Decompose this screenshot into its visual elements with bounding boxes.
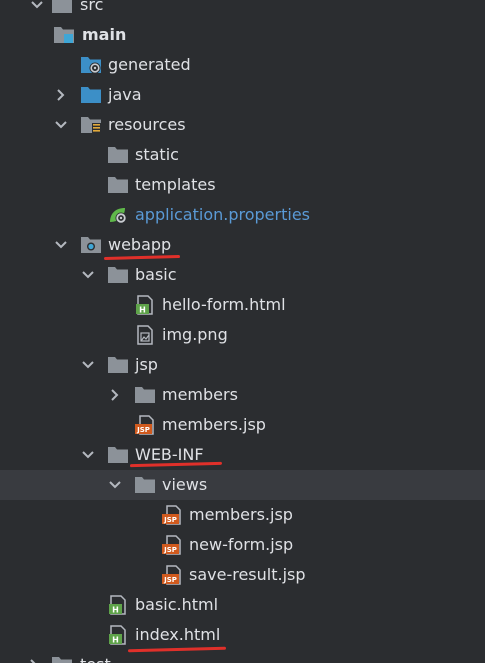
tree-item-label: jsp [135,355,158,374]
tree-item-label: save-result.jsp [189,565,306,584]
chevron-down-icon[interactable] [78,265,98,285]
html-file-icon: H [109,595,126,615]
folder-icon [108,447,128,463]
svg-text:H: H [112,635,119,644]
tree-item-templates[interactable]: templates [0,170,485,200]
tree-item-label: index.html [135,625,221,644]
project-tree: src main generated java resources static… [0,0,485,663]
tree-item-label: members [162,385,238,404]
tree-item-label: java [108,85,142,104]
tree-item-web-inf[interactable]: WEB-INF [0,440,485,470]
svg-text:JSP: JSP [136,426,150,434]
tree-item-webapp[interactable]: webapp [0,230,485,260]
tree-item-label: new-form.jsp [189,535,294,554]
tree-item-static[interactable]: static [0,140,485,170]
web-folder-icon [81,237,101,253]
tree-item-label: src [80,0,104,14]
chevron-right-icon[interactable] [105,385,125,405]
resources-folder-icon [81,117,101,134]
tree-item-label: basic [135,265,177,284]
spring-leaf-gear-icon [110,208,127,224]
tree-item-resources[interactable]: resources [0,110,485,140]
tree-item-label: webapp [108,235,172,254]
tree-item-application-properties[interactable]: application.properties [0,200,485,230]
tree-item-members-folder[interactable]: members [0,380,485,410]
folder-icon [108,357,128,373]
jsp-file-icon: JSP [162,535,181,555]
chevron-right-icon[interactable] [51,85,71,105]
folder-icon [108,267,128,283]
folder-icon [135,477,155,493]
tree-item-members-jsp[interactable]: JSP members.jsp [0,410,485,440]
tree-item-img-png[interactable]: img.png [0,320,485,350]
chevron-right-icon[interactable] [24,655,44,663]
html-file-icon: H [136,295,153,315]
chevron-down-icon[interactable] [27,0,47,15]
tree-item-new-form-jsp[interactable]: JSP new-form.jsp [0,530,485,560]
tree-item-main[interactable]: main [0,20,485,50]
source-root-folder-icon [54,27,74,43]
svg-text:JSP: JSP [163,576,177,584]
svg-text:JSP: JSP [163,546,177,554]
chevron-down-icon[interactable] [78,445,98,465]
tree-item-views[interactable]: views [0,470,485,500]
tree-item-label: application.properties [135,205,310,224]
chevron-down-icon[interactable] [105,475,125,495]
folder-icon [135,387,155,403]
tree-item-label: members.jsp [162,415,266,434]
folder-icon [52,0,72,13]
source-folder-icon [81,87,101,103]
tree-item-java[interactable]: java [0,80,485,110]
jsp-file-icon: JSP [135,415,154,435]
svg-text:H: H [139,305,146,314]
tree-item-label: test [80,654,111,663]
tree-item-label: views [162,475,208,494]
jsp-file-icon: JSP [162,565,181,585]
tree-item-basic[interactable]: basic [0,260,485,290]
html-file-icon: H [109,625,126,645]
tree-item-test[interactable]: test [0,650,485,663]
folder-icon [52,657,72,663]
tree-item-save-result-jsp[interactable]: JSP save-result.jsp [0,560,485,590]
tree-item-label: generated [108,55,191,74]
folder-icon [108,147,128,163]
chevron-down-icon[interactable] [51,235,71,255]
tree-item-label: main [82,25,127,44]
tree-item-label: templates [135,175,216,194]
generated-folder-icon [81,57,101,74]
tree-item-label: static [135,145,179,164]
tree-item-index-html[interactable]: H index.html [0,620,485,650]
svg-text:H: H [112,605,119,614]
image-file-icon [137,325,153,345]
tree-item-label: resources [108,115,186,134]
tree-item-label: img.png [162,325,228,344]
tree-item-label: basic.html [135,595,219,614]
tree-item-views-members-jsp[interactable]: JSP members.jsp [0,500,485,530]
svg-text:JSP: JSP [163,516,177,524]
tree-item-src[interactable]: src [0,0,485,20]
chevron-down-icon[interactable] [51,115,71,135]
tree-item-jsp[interactable]: jsp [0,350,485,380]
tree-item-generated[interactable]: generated [0,50,485,80]
chevron-down-icon[interactable] [78,355,98,375]
folder-icon [108,177,128,193]
tree-item-basic-html[interactable]: H basic.html [0,590,485,620]
tree-item-hello-form-html[interactable]: H hello-form.html [0,290,485,320]
tree-item-label: members.jsp [189,505,293,524]
tree-item-label: hello-form.html [162,295,286,314]
jsp-file-icon: JSP [162,505,181,525]
